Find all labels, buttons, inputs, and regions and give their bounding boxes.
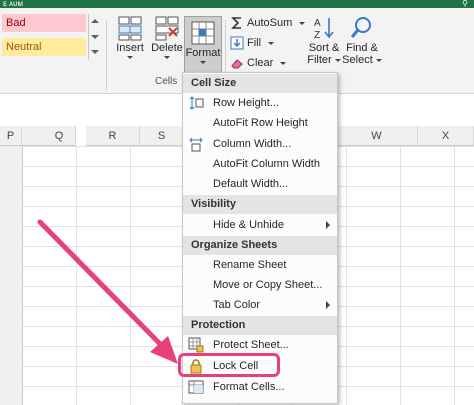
protect-sheet-icon: [188, 337, 204, 353]
menu-item-tab-color[interactable]: Tab Color: [183, 295, 337, 315]
menu-header-protection: Protection: [183, 316, 337, 335]
menu-item-default-width[interactable]: Default Width...: [183, 174, 337, 194]
menu-item-column-width[interactable]: Column Width...: [183, 134, 337, 154]
menu-item-label: Row Height...: [213, 97, 280, 109]
row-height-icon: [189, 96, 204, 110]
menu-header-cell-size: Cell Size: [183, 74, 337, 93]
menu-item-label: AutoFit Row Height: [213, 117, 308, 129]
column-width-icon: [189, 137, 203, 152]
submenu-arrow-icon: [326, 301, 330, 309]
menu-item-label: Rename Sheet: [213, 259, 287, 271]
menu-item-row-height[interactable]: Row Height...: [183, 93, 337, 113]
menu-item-label: AutoFit Column Width: [213, 158, 320, 170]
menu-item-label: Protect Sheet...: [213, 339, 289, 351]
menu-item-label: Format Cells...: [213, 381, 285, 393]
format-cells-small-icon: [188, 380, 204, 394]
menu-item-autofit-column[interactable]: AutoFit Column Width: [183, 154, 337, 174]
menu-item-label: Hide & Unhide: [213, 219, 284, 231]
menu-item-rename-sheet[interactable]: Rename Sheet: [183, 255, 337, 275]
submenu-arrow-icon: [326, 221, 330, 229]
menu-item-label: Move or Copy Sheet...: [213, 279, 323, 291]
menu-item-label: Column Width...: [213, 138, 292, 150]
menu-item-move-copy[interactable]: Move or Copy Sheet...: [183, 275, 337, 295]
menu-item-hide-unhide[interactable]: Hide & Unhide: [183, 215, 337, 235]
menu-item-autofit-row[interactable]: AutoFit Row Height: [183, 113, 337, 133]
lock-cell-highlight: [178, 353, 280, 377]
menu-item-label: Default Width...: [213, 178, 289, 190]
menu-item-label: Tab Color: [213, 299, 261, 311]
menu-header-organize-sheets: Organize Sheets: [183, 236, 337, 255]
menu-item-protect-sheet[interactable]: Protect Sheet...: [183, 335, 337, 355]
menu-item-format-cells[interactable]: Format Cells...: [183, 377, 337, 397]
menu-header-visibility: Visibility: [183, 195, 337, 214]
